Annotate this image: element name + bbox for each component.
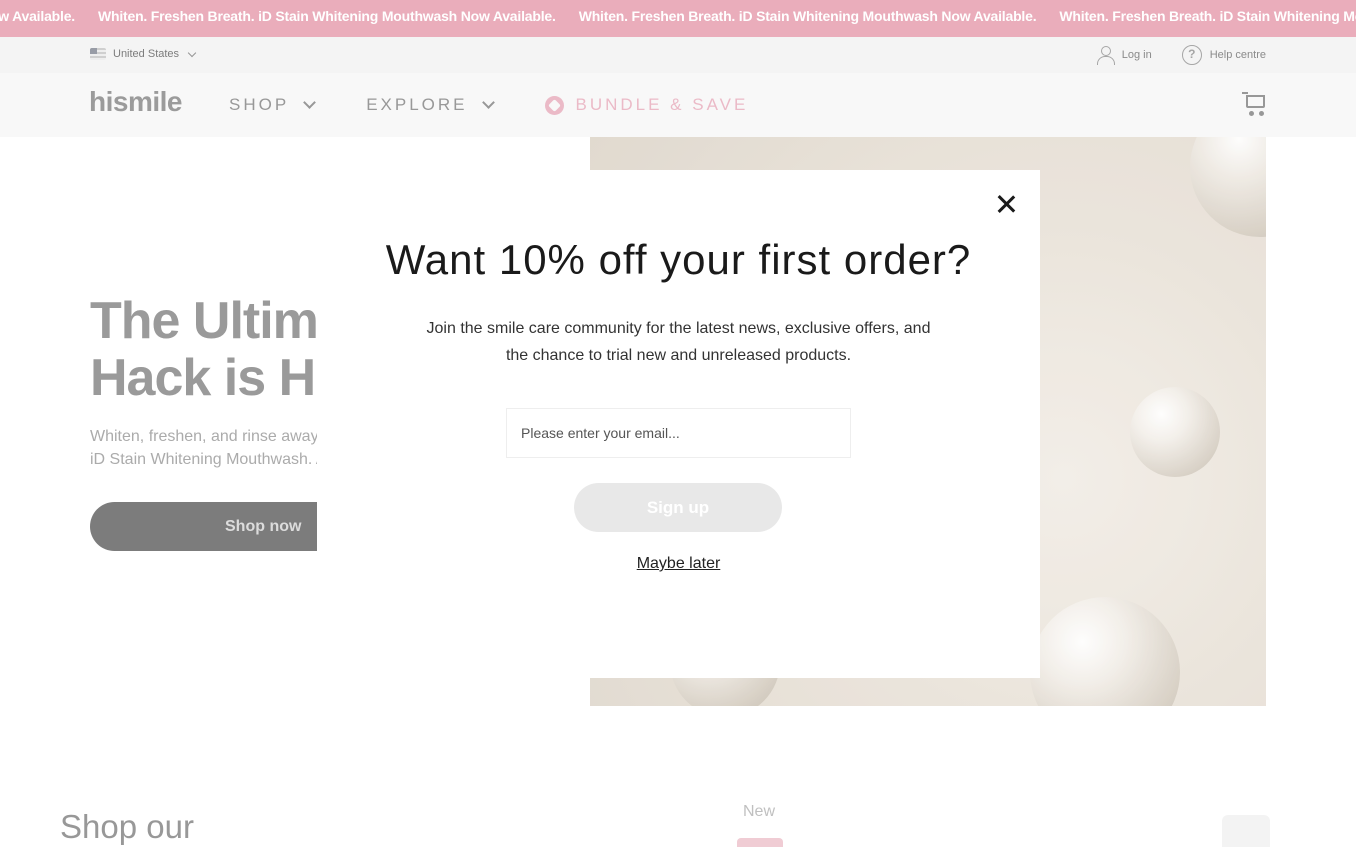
maybe-later-link[interactable]: Maybe later <box>637 555 721 572</box>
modal-title: Want 10% off your first order? <box>385 236 972 283</box>
maybe-later-container: Maybe later <box>317 555 1040 573</box>
modal-description: Join the smile care community for the la… <box>426 320 931 364</box>
close-icon[interactable] <box>995 193 1017 215</box>
signup-modal: Want 10% off your first order? Join the … <box>317 170 1040 678</box>
email-field[interactable] <box>506 408 851 458</box>
sign-up-button[interactable]: Sign up <box>574 483 782 532</box>
